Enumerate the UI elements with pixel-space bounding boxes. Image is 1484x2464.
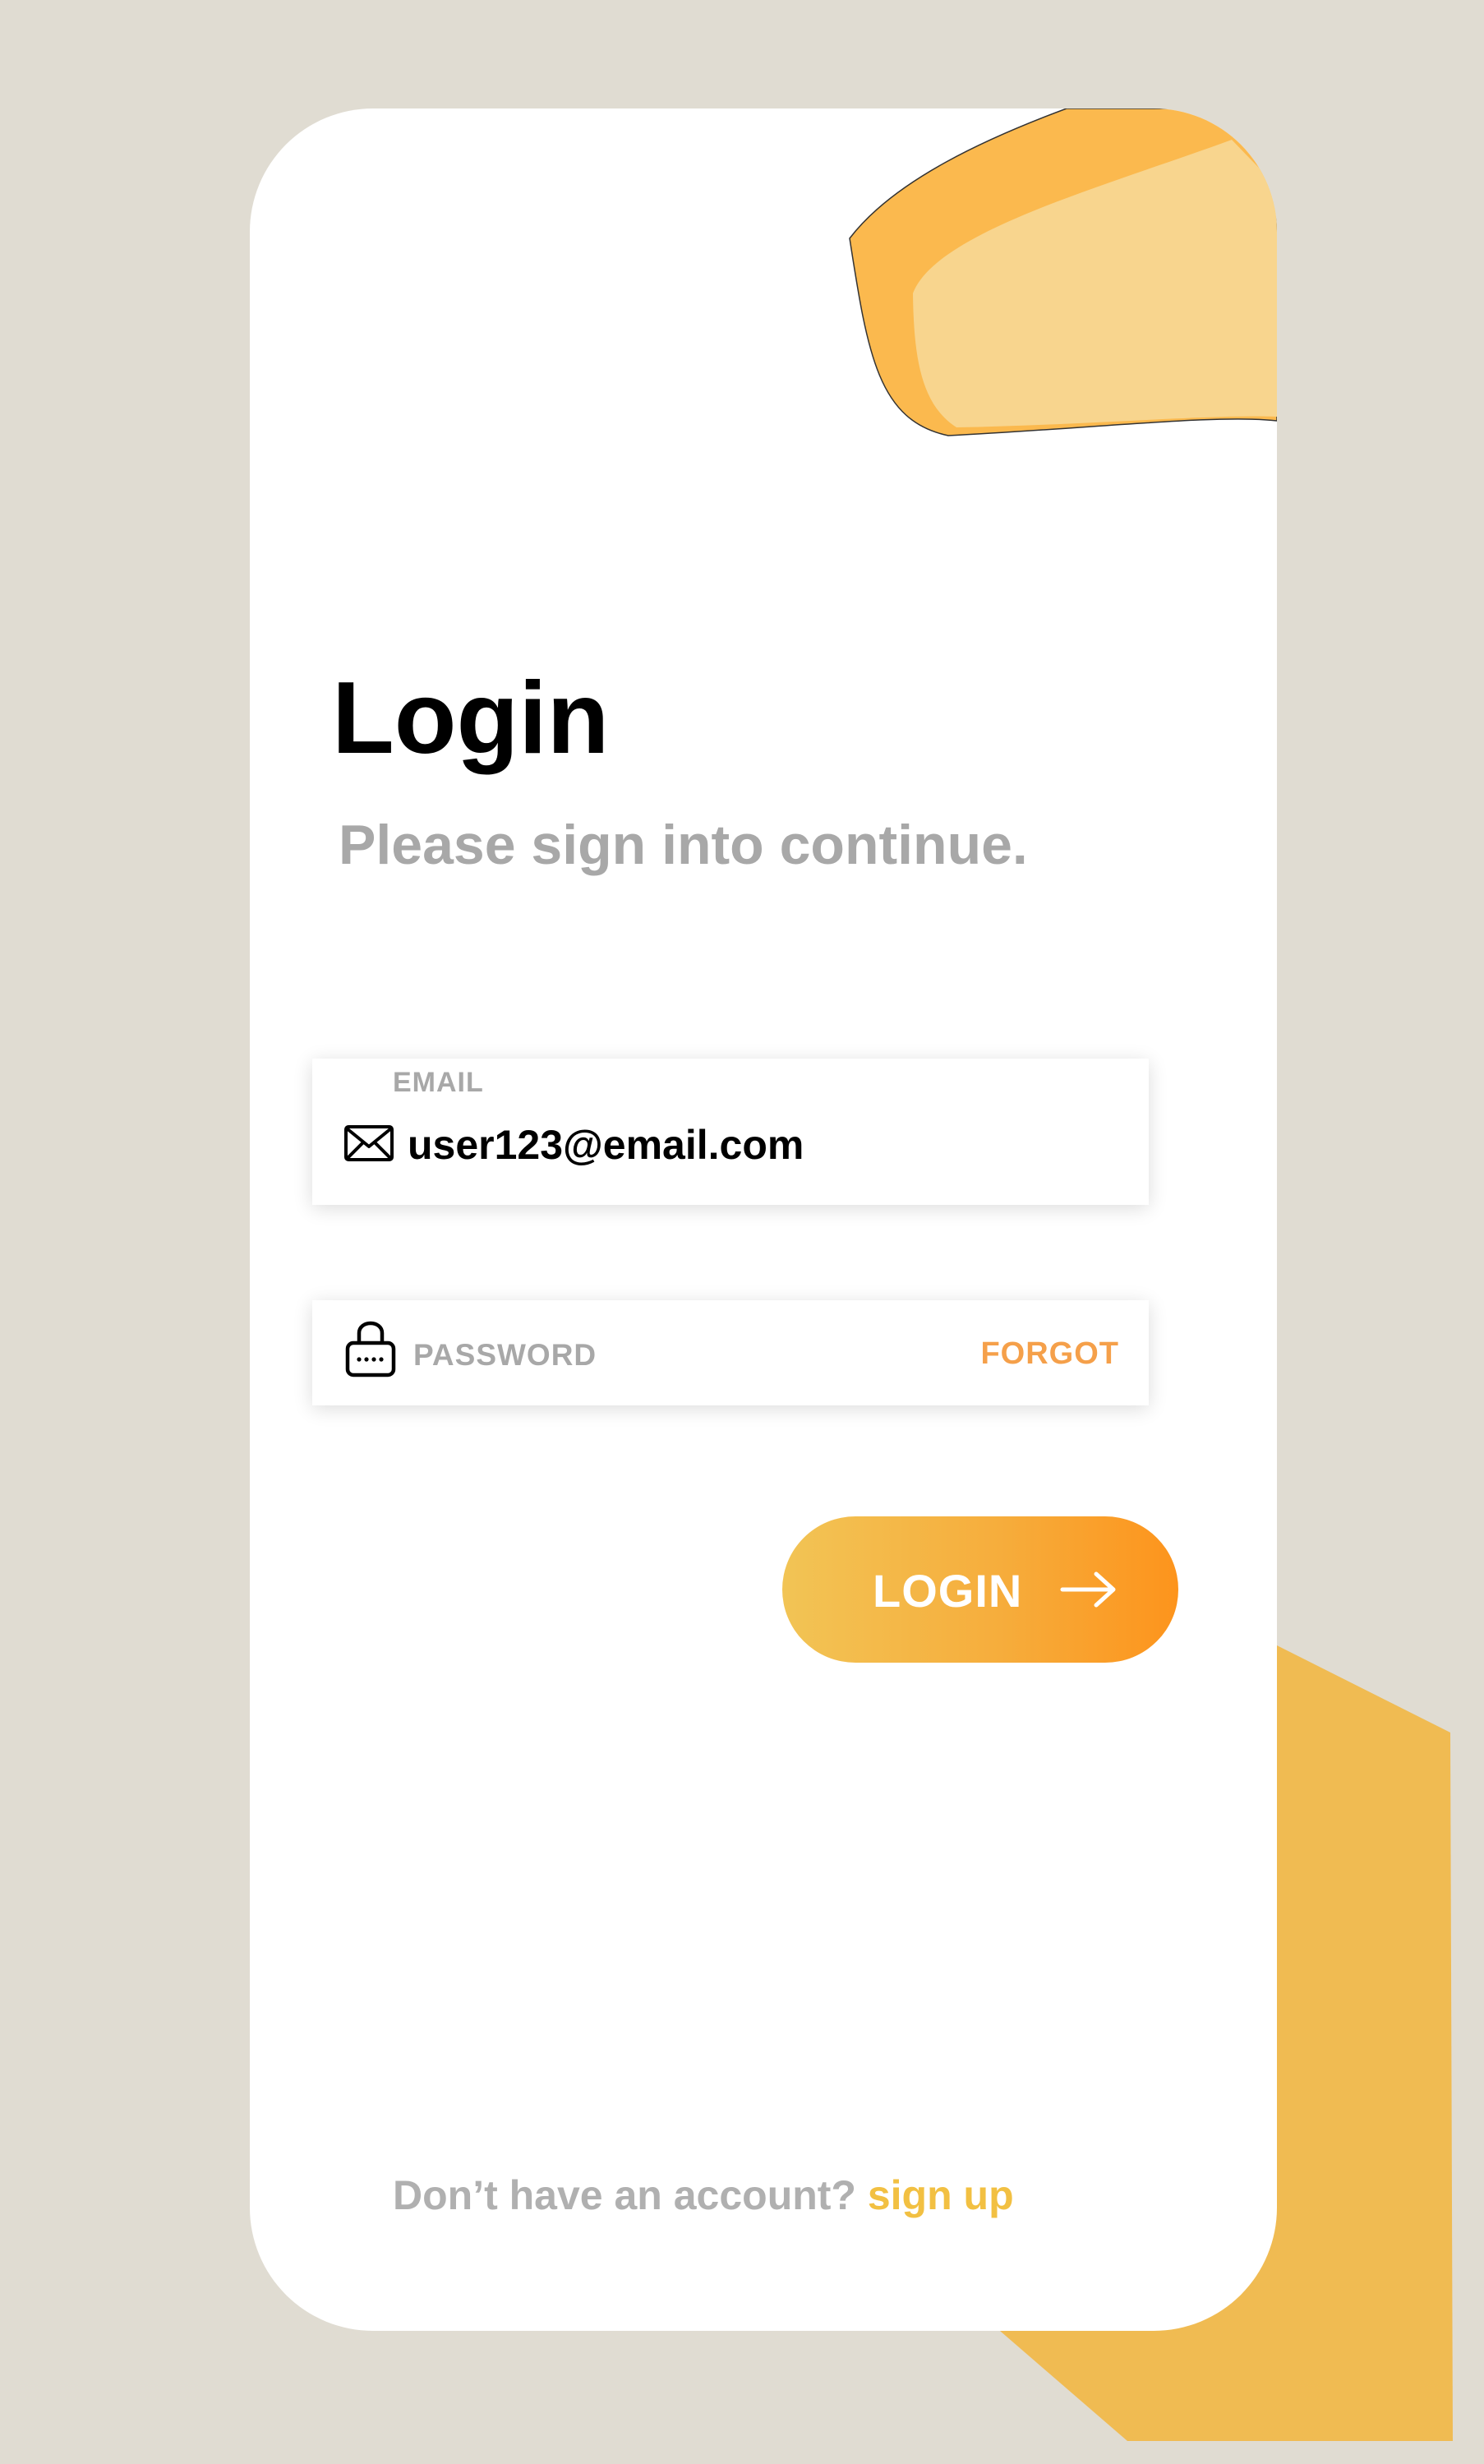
mail-icon [344, 1125, 394, 1161]
login-button[interactable]: LOGIN [782, 1516, 1178, 1663]
password-input-placeholder[interactable]: PASSWORD [413, 1338, 597, 1373]
signup-prompt: Don’t have an account? sign up [393, 2171, 1014, 2219]
lock-icon [345, 1321, 396, 1377]
signup-prompt-text: Don’t have an account? [393, 2172, 868, 2218]
email-input-value[interactable]: user123@email.com [408, 1121, 804, 1169]
email-label: EMAIL [393, 1067, 484, 1098]
email-field[interactable]: EMAIL user123@email.com [312, 1059, 1149, 1205]
login-card: Login Please sign into continue. EMAIL u… [250, 108, 1277, 2331]
page-subtitle: Please sign into continue. [339, 814, 1028, 876]
password-field[interactable]: PASSWORD FORGOT [312, 1300, 1149, 1405]
forgot-password-link[interactable]: FORGOT [980, 1336, 1119, 1372]
login-button-label: LOGIN [873, 1565, 1023, 1617]
corner-blob-decoration [849, 108, 1277, 436]
arrow-right-icon [1060, 1571, 1116, 1608]
page-title: Login [332, 662, 610, 775]
signup-link[interactable]: sign up [868, 2172, 1014, 2218]
